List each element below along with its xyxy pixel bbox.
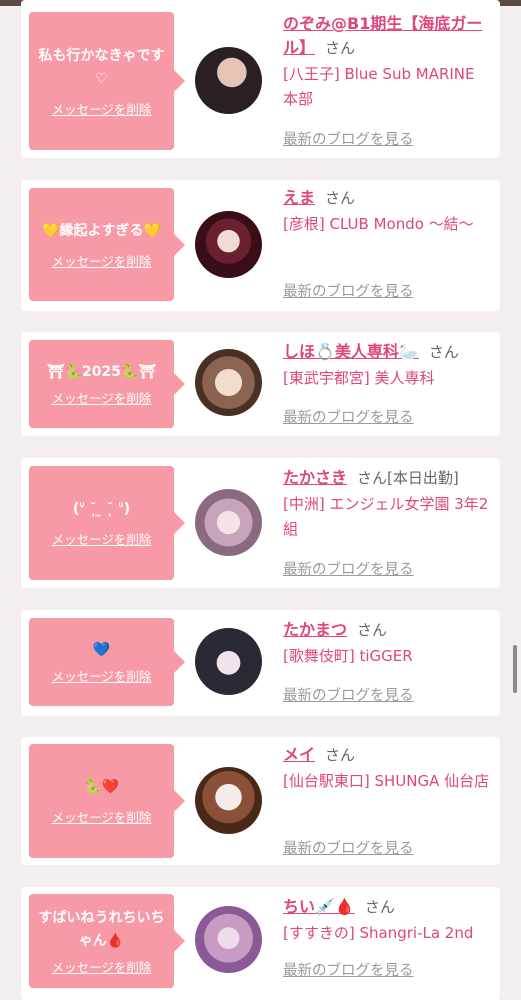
message-bubble: 💛縁起よすぎる💛 メッセージを削除 [29,188,185,301]
profile-info: たかさき さん[本日出勤] [中洲] エンジェル女学園 3年2組 [283,466,493,542]
girl-name-link[interactable]: のぞみ@B1期生【海底ガール】 [283,14,482,57]
delete-message-link[interactable]: メッセージを削除 [52,99,152,118]
latest-blog-link[interactable]: 最新のブログを見る [283,837,414,858]
list-item: 💛縁起よすぎる💛 メッセージを削除 えま さん [彦根] CLUB Mondo 〜… [21,180,500,311]
name-line: たかまつ さん [283,618,493,642]
shop-name: [すすきの] Shangri-La 2nd [283,924,474,942]
message-bubble: 私も行かなきゃです♡ メッセージを削除 [29,12,185,150]
honorific: さん [357,469,388,487]
list-item: 🐍❤️ メッセージを削除 メイ さん [仙台駅東口] SHUNGA 仙台店 最新の… [21,737,500,865]
honorific: さん [428,343,459,361]
delete-message-link[interactable]: メッセージを削除 [52,666,152,685]
shop-name: [東武宇都宮] 美人専科 [283,369,435,387]
latest-blog-link[interactable]: 最新のブログを見る [283,558,414,579]
name-line: たかさき さん[本日出勤] [283,466,493,490]
list-item: (ᐡ ˘̩̩̩ ̫ ˘̩̩̩ ᐡ) メッセージを削除 たかさき さん[本日出勤] … [21,458,500,588]
latest-blog-link[interactable]: 最新のブログを見る [283,406,414,427]
honorific: さん [364,898,395,916]
profile-info: たかまつ さん [歌舞伎町] tiGGER [283,618,493,669]
message-bubble: ⛩🐍2025🐍⛩ メッセージを削除 [29,340,185,428]
delete-message-link[interactable]: メッセージを削除 [52,388,152,407]
shop-name: [彦根] CLUB Mondo 〜結〜 [283,215,474,233]
message-bubble: すぱいねうれちいちゃん🩸 メッセージを削除 [29,894,185,988]
list-item: ⛩🐍2025🐍⛩ メッセージを削除 しほ💍美人専科🦢 さん [東武宇都宮] 美人専… [21,332,500,436]
message-text: 💙 [92,642,111,658]
girl-name-link[interactable]: えま [283,188,315,207]
name-line: えま さん [283,186,493,210]
avatar[interactable] [195,628,262,695]
delete-message-link[interactable]: メッセージを削除 [52,957,152,976]
girl-name-link[interactable]: ちい💉🩸 [283,897,355,916]
scrollbar[interactable] [513,645,517,693]
girl-name-link[interactable]: メイ [283,745,315,764]
list-item: 私も行かなきゃです♡ メッセージを削除 のぞみ@B1期生【海底ガール】 さん [八… [21,0,500,158]
avatar[interactable] [195,767,262,834]
honorific: さん [357,621,388,639]
profile-info: ちい💉🩸 さん [すすきの] Shangri-La 2nd [283,895,493,946]
shop-name: [中洲] エンジェル女学園 3年2組 [283,495,489,538]
latest-blog-link[interactable]: 最新のブログを見る [283,684,414,705]
profile-info: えま さん [彦根] CLUB Mondo 〜結〜 [283,186,493,237]
girl-name-link[interactable]: しほ💍美人専科🦢 [283,342,419,361]
avatar[interactable] [195,47,262,114]
attendance-status: [本日出勤] [387,469,459,487]
message-text: 私も行かなきゃです♡ [38,47,165,87]
avatar[interactable] [195,489,262,556]
honorific: さん [325,189,356,207]
shop-name: [八王子] Blue Sub MARINE 本部 [283,65,475,108]
message-text: (ᐡ ˘̩̩̩ ̫ ˘̩̩̩ ᐡ) [72,501,131,517]
message-bubble: 🐍❤️ メッセージを削除 [29,744,185,858]
message-text: ⛩🐍2025🐍⛩ [46,364,157,380]
name-line: メイ さん [283,743,493,767]
message-text: 🐍❤️ [84,779,119,795]
latest-blog-link[interactable]: 最新のブログを見る [283,128,414,149]
avatar[interactable] [195,906,262,973]
delete-message-link[interactable]: メッセージを削除 [52,251,152,270]
honorific: さん [325,746,356,764]
girl-name-link[interactable]: たかさき [283,468,347,487]
shop-name: [歌舞伎町] tiGGER [283,647,413,665]
message-text: 💛縁起よすぎる💛 [42,222,161,239]
name-line: のぞみ@B1期生【海底ガール】 さん [283,12,493,60]
message-bubble: (ᐡ ˘̩̩̩ ̫ ˘̩̩̩ ᐡ) メッセージを削除 [29,466,185,580]
girl-name-link[interactable]: たかまつ [283,620,347,639]
message-bubble: 💙 メッセージを削除 [29,618,185,706]
name-line: ちい💉🩸 さん [283,895,493,919]
latest-blog-link[interactable]: 最新のブログを見る [283,280,414,301]
avatar[interactable] [195,211,262,278]
profile-info: メイ さん [仙台駅東口] SHUNGA 仙台店 [283,743,493,794]
honorific: さん [325,39,356,57]
latest-blog-link[interactable]: 最新のブログを見る [283,959,414,980]
list-item: 💙 メッセージを削除 たかまつ さん [歌舞伎町] tiGGER 最新のブログを見… [21,610,500,716]
delete-message-link[interactable]: メッセージを削除 [52,807,152,826]
message-list: 私も行かなきゃです♡ メッセージを削除 のぞみ@B1期生【海底ガール】 さん [八… [0,0,521,1000]
list-item: すぱいねうれちいちゃん🩸 メッセージを削除 ちい💉🩸 さん [すすきの] Shan… [21,887,500,1000]
profile-info: のぞみ@B1期生【海底ガール】 さん [八王子] Blue Sub MARINE … [283,12,493,112]
avatar[interactable] [195,349,262,416]
message-text: すぱいねうれちいちゃん🩸 [38,909,165,949]
profile-info: しほ💍美人専科🦢 さん [東武宇都宮] 美人専科 [283,340,493,391]
shop-name: [仙台駅東口] SHUNGA 仙台店 [283,772,490,790]
delete-message-link[interactable]: メッセージを削除 [52,529,152,548]
name-line: しほ💍美人専科🦢 さん [283,340,493,364]
